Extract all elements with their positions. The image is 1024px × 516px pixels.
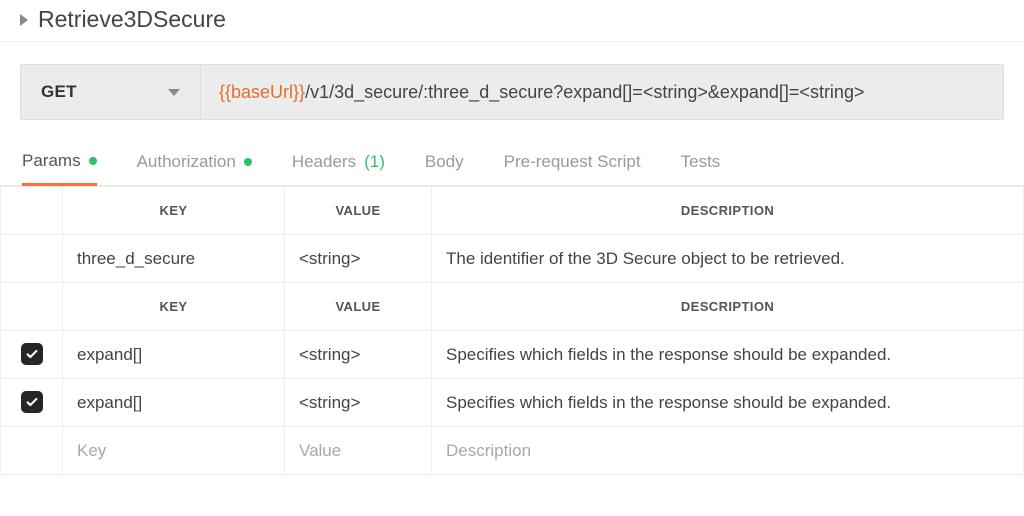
tab-params[interactable]: Params	[22, 139, 97, 186]
method-url-row: GET {{baseUrl}}/v1/3d_secure/:three_d_se…	[20, 64, 1004, 120]
headers-count: (1)	[364, 152, 385, 172]
table-header-key: KEY	[63, 283, 285, 331]
table-header-key: KEY	[63, 187, 285, 235]
url-path: /v1/3d_secure/:three_d_secure?expand[]=<…	[305, 82, 864, 103]
table-header-description: DESCRIPTION	[432, 283, 1024, 331]
row-checkbox[interactable]	[21, 343, 43, 365]
tab-tests-label: Tests	[681, 152, 721, 172]
request-title-row: Retrieve3DSecure	[0, 0, 1024, 42]
tab-tests[interactable]: Tests	[681, 138, 721, 185]
param-description-input[interactable]: Description	[432, 441, 1023, 461]
table-header-description: DESCRIPTION	[432, 187, 1024, 235]
param-value-input[interactable]: <string>	[285, 345, 431, 365]
param-key-input[interactable]: expand[]	[63, 345, 284, 365]
request-url-input[interactable]: {{baseUrl}}/v1/3d_secure/:three_d_secure…	[201, 65, 1003, 119]
table-row: expand[] <string> Specifies which fields…	[1, 379, 1024, 427]
param-key-input[interactable]: three_d_secure	[63, 249, 284, 269]
check-icon	[25, 395, 39, 409]
table-row: expand[] <string> Specifies which fields…	[1, 331, 1024, 379]
param-description-input[interactable]: The identifier of the 3D Secure object t…	[432, 249, 1023, 269]
chevron-down-icon	[168, 89, 180, 96]
row-checkbox-cell	[1, 427, 63, 475]
request-title: Retrieve3DSecure	[38, 6, 226, 33]
param-description-input[interactable]: Specifies which fields in the response s…	[432, 345, 1023, 365]
params-table: KEY VALUE DESCRIPTION three_d_secure <st…	[0, 186, 1024, 475]
table-header-value: VALUE	[285, 283, 432, 331]
table-row: three_d_secure <string> The identifier o…	[1, 235, 1024, 283]
row-checkbox-cell	[1, 235, 63, 283]
table-header-cell-blank	[1, 187, 63, 235]
tab-authorization[interactable]: Authorization	[137, 138, 252, 185]
row-checkbox[interactable]	[21, 391, 43, 413]
http-method-label: GET	[41, 82, 77, 102]
params-active-dot-icon	[89, 157, 97, 165]
url-variable: {{baseUrl}}	[219, 82, 305, 103]
tab-headers-label: Headers	[292, 152, 356, 172]
collapse-caret-icon[interactable]	[20, 14, 28, 26]
tab-params-label: Params	[22, 151, 81, 171]
param-value-input[interactable]: <string>	[285, 393, 431, 413]
table-header-row: KEY VALUE DESCRIPTION	[1, 187, 1024, 235]
tab-headers[interactable]: Headers (1)	[292, 138, 385, 185]
auth-active-dot-icon	[244, 158, 252, 166]
table-header-row: KEY VALUE DESCRIPTION	[1, 283, 1024, 331]
table-header-cell-blank	[1, 283, 63, 331]
request-tabs: Params Authorization Headers (1) Body Pr…	[0, 138, 1024, 186]
table-header-value: VALUE	[285, 187, 432, 235]
check-icon	[25, 347, 39, 361]
param-value-input[interactable]: Value	[285, 441, 431, 461]
param-key-input[interactable]: Key	[63, 441, 284, 461]
param-description-input[interactable]: Specifies which fields in the response s…	[432, 393, 1023, 413]
tab-prerequest-script[interactable]: Pre-request Script	[504, 138, 641, 185]
tab-prerequest-label: Pre-request Script	[504, 152, 641, 172]
tab-body-label: Body	[425, 152, 464, 172]
param-key-input[interactable]: expand[]	[63, 393, 284, 413]
http-method-select[interactable]: GET	[21, 65, 201, 119]
param-value-input[interactable]: <string>	[285, 249, 431, 269]
tab-body[interactable]: Body	[425, 138, 464, 185]
table-row-new: Key Value Description	[1, 427, 1024, 475]
tab-authorization-label: Authorization	[137, 152, 236, 172]
